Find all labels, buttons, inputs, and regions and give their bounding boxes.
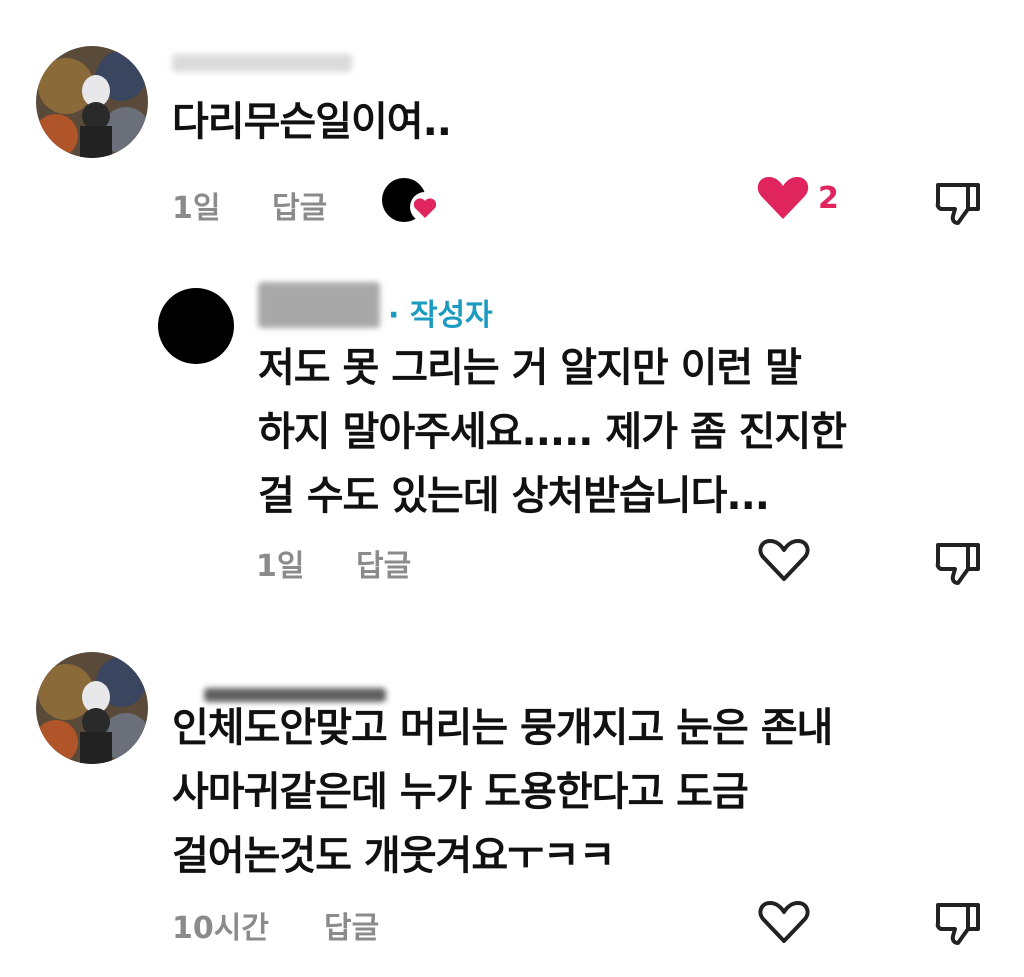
comment-2-text: 인체도안맞고 머리는 뭉개지고 눈은 존내 사마귀같은데 누가 도용한다고 도금… bbox=[172, 696, 833, 888]
author-tag: · 작성자 bbox=[388, 298, 493, 333]
comment-1-like-count: 2 bbox=[818, 180, 839, 216]
heart-icon bbox=[758, 901, 810, 943]
comment-1-text: 다리무슨일이여.. bbox=[172, 99, 452, 145]
comment-2-text-line: 사마귀같은데 누가 도용한다고 도금 bbox=[172, 769, 749, 815]
comment-1-time: 1일 bbox=[172, 191, 221, 226]
dislike-icon bbox=[935, 903, 980, 945]
comment-1-like-button[interactable]: 2 bbox=[756, 172, 846, 224]
comment-2-text-line: 걸어논것도 개웃겨요ㅜㅋㅋ bbox=[172, 833, 616, 879]
comment-1-username[interactable] bbox=[172, 54, 352, 72]
avatar-image bbox=[36, 46, 148, 158]
reply-1-text-line: 걸 수도 있는데 상처받습니다... bbox=[258, 473, 770, 519]
reply-1-avatar[interactable] bbox=[158, 288, 234, 364]
comment-2-avatar[interactable] bbox=[36, 652, 148, 764]
reply-1-text-line: 저도 못 그리는 거 알지만 이런 말 bbox=[258, 345, 802, 391]
heart-icon bbox=[757, 177, 809, 219]
comment-1-avatar[interactable] bbox=[36, 46, 148, 158]
dislike-icon bbox=[935, 183, 980, 225]
avatar-image bbox=[36, 652, 148, 764]
reply-1-username[interactable] bbox=[258, 282, 380, 328]
reply-1-dislike-button[interactable] bbox=[930, 536, 986, 588]
comment-2-like-button[interactable] bbox=[756, 896, 812, 948]
comment-2-dislike-button[interactable] bbox=[930, 896, 986, 948]
dislike-icon bbox=[935, 543, 980, 585]
comment-2-time: 10시간 bbox=[172, 911, 269, 946]
comment-1-reply-button[interactable]: 답글 bbox=[272, 183, 327, 227]
heart-icon bbox=[758, 539, 810, 581]
comment-1-dislike-button[interactable] bbox=[930, 176, 986, 228]
comment-2-text-line: 인체도안맞고 머리는 뭉개지고 눈은 존내 bbox=[172, 705, 833, 751]
creator-liked-badge-icon bbox=[382, 178, 442, 224]
comment-2-reply-button[interactable]: 답글 bbox=[324, 903, 379, 947]
reply-1-like-button[interactable] bbox=[756, 534, 812, 586]
reply-1-time: 1일 bbox=[256, 549, 305, 584]
reply-1-reply-button[interactable]: 답글 bbox=[356, 541, 411, 585]
reply-1-text: 저도 못 그리는 거 알지만 이런 말 하지 말아주세요..... 제가 좀 진… bbox=[258, 336, 847, 528]
reply-1-text-line: 하지 말아주세요..... 제가 좀 진지한 bbox=[258, 409, 847, 455]
